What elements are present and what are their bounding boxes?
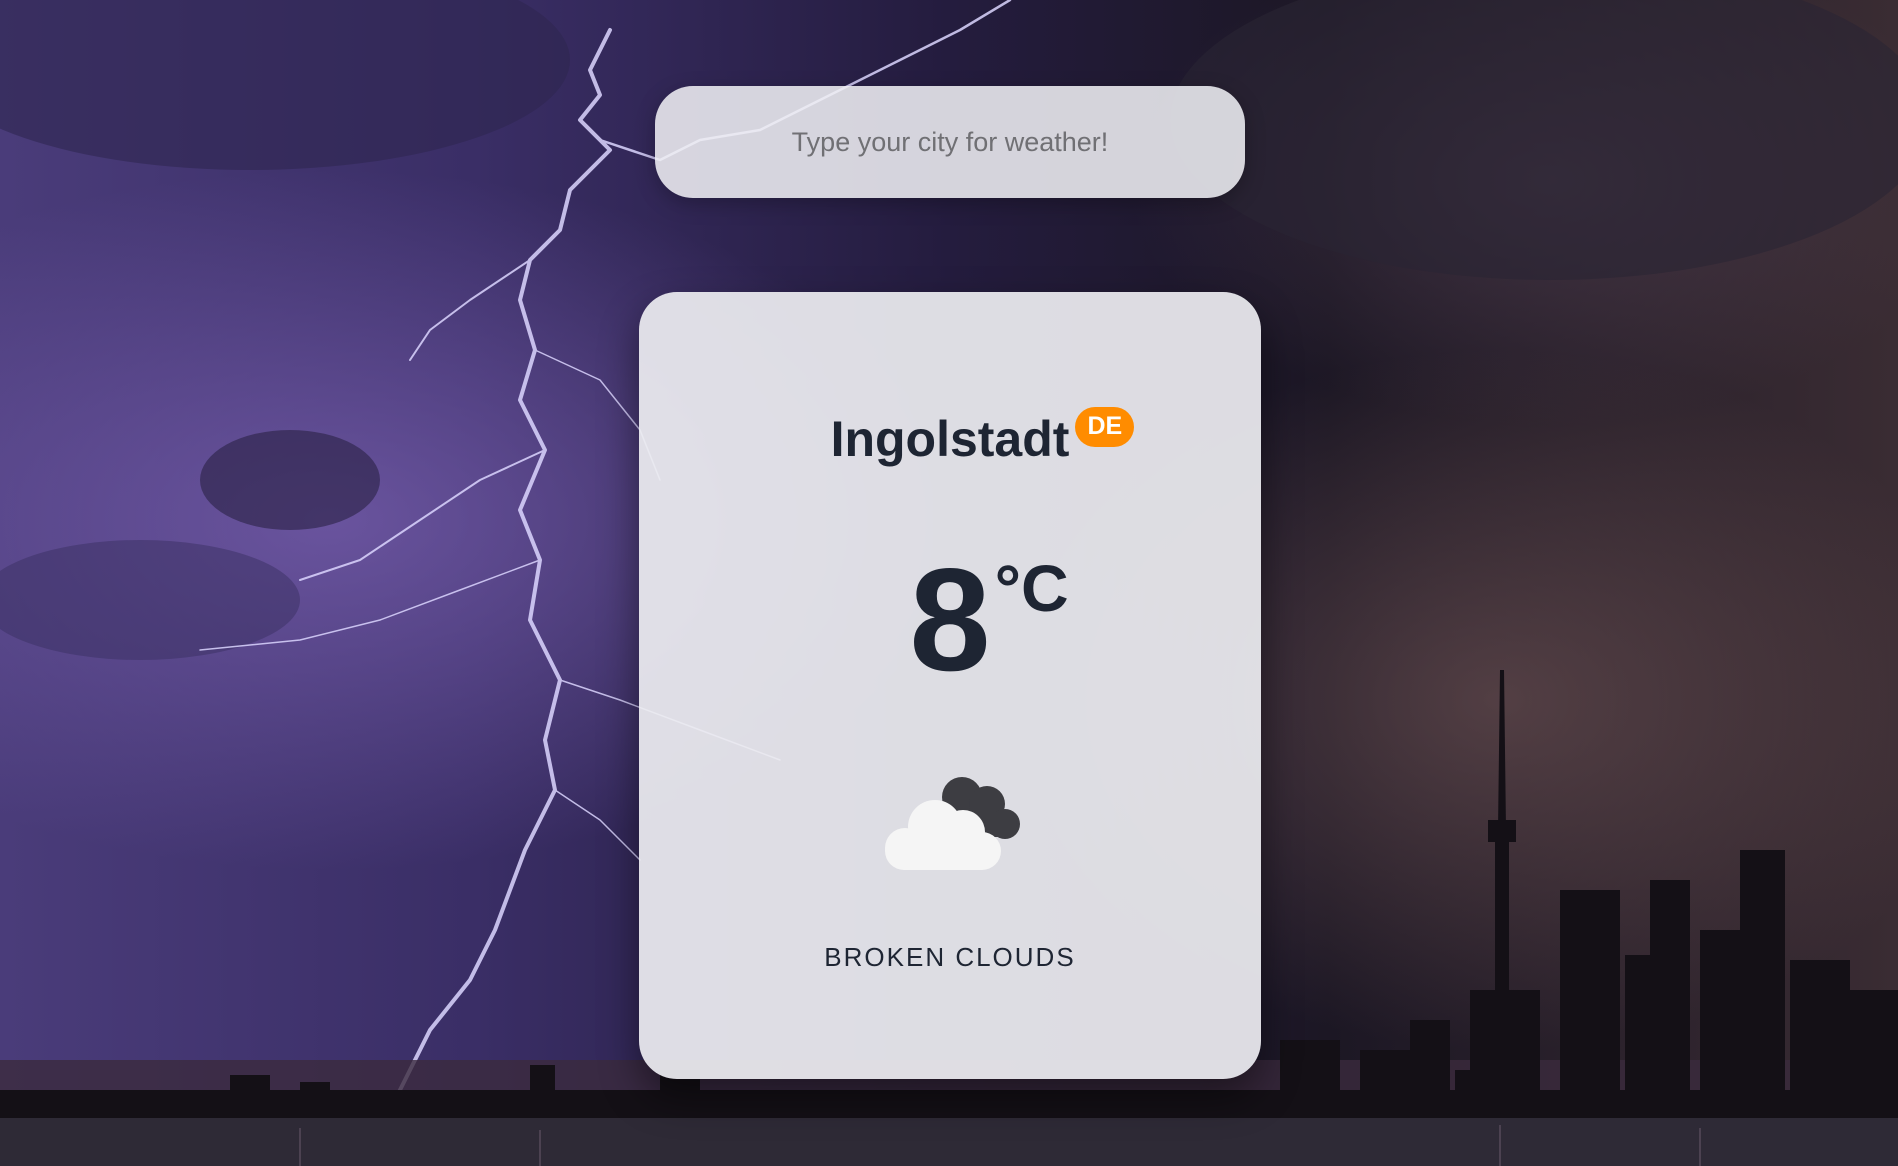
city-search-box[interactable]	[655, 85, 1245, 199]
broken-clouds-icon	[885, 777, 1020, 870]
city-name: Ingolstadt	[830, 411, 1070, 467]
city-heading: Ingolstadt DE	[639, 407, 1261, 468]
weather-description: BROKEN CLOUDS	[824, 942, 1076, 972]
temperature-display: 8 °C	[639, 547, 1261, 693]
weather-app: IngolstadtDE 8°C BROKEN CLOUDS	[0, 0, 1898, 1166]
city-search-input[interactable]	[655, 85, 1245, 199]
weather-card: Ingolstadt DE 8 °C BROKEN CLOUDS	[639, 292, 1261, 1079]
temperature-unit: °C	[994, 551, 1069, 625]
country-badge: DE	[1075, 407, 1135, 447]
temperature-value: 8	[909, 538, 991, 701]
